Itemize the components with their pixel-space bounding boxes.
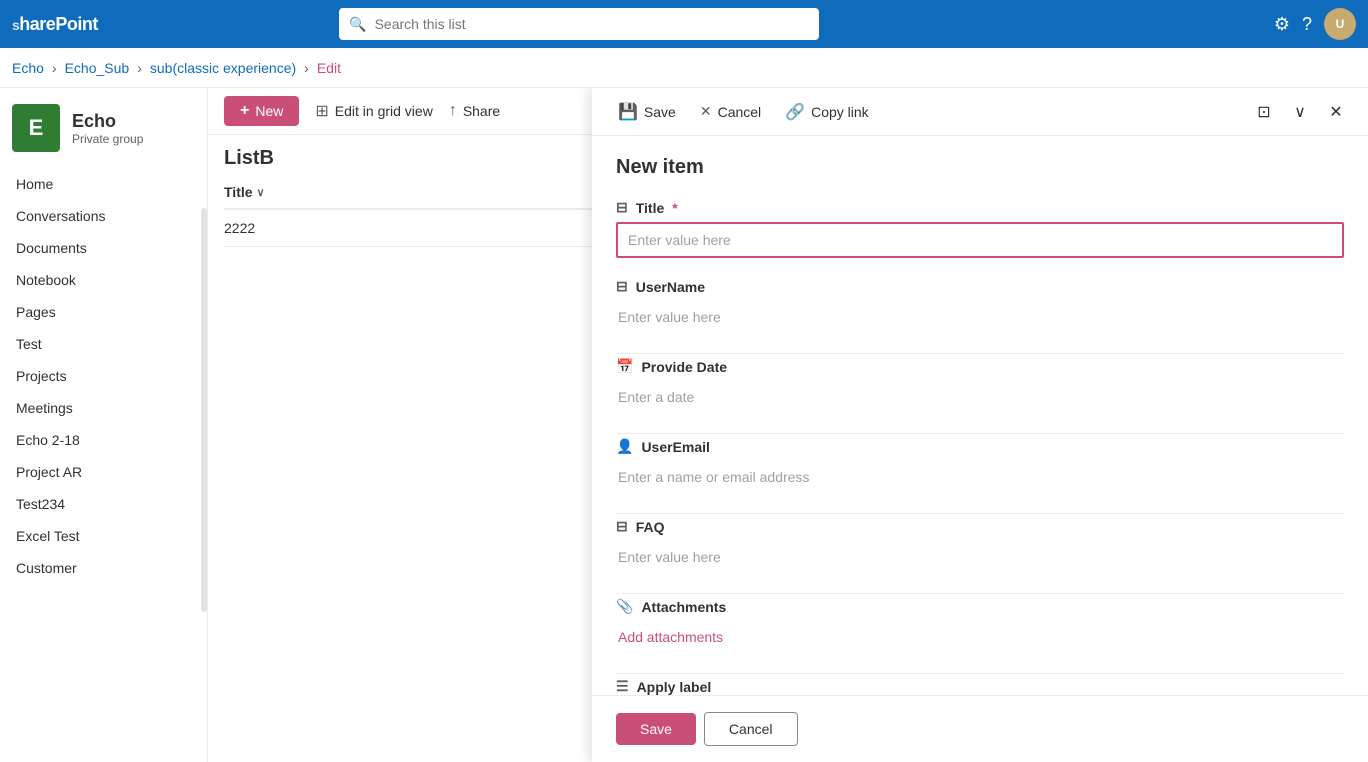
sidebar-item-notebook[interactable]: Notebook [0,264,207,296]
sidebar-item-home[interactable]: Home [0,168,207,200]
settings-icon[interactable]: ⚙ [1274,14,1290,35]
app-logo: sharePoint [12,14,98,35]
sidebar-item-conversations[interactable]: Conversations [0,200,207,232]
field-attachments: 📎 Attachments Add attachments [616,598,1344,653]
search-bar[interactable]: 🔍 [339,8,819,40]
panel-copy-link-button[interactable]: 🔗 Copy link [775,96,879,128]
panel-body: New item ⊟ Title * ⊟ UserName [592,136,1368,695]
new-item-panel: 💾 Save ✕ Cancel 🔗 Copy link ⊡ ∨ [592,88,1368,762]
site-subtext: Private group [72,132,143,146]
panel-cancel-button[interactable]: ✕ Cancel [690,97,771,126]
site-icon: E [12,104,60,152]
date-input[interactable]: Enter a date [616,381,1344,413]
add-attachments-button[interactable]: Add attachments [616,621,1344,653]
field-username: ⊟ UserName Enter value here [616,278,1344,333]
search-icon: 🔍 [349,16,366,33]
sidebar-item-pages[interactable]: Pages [0,296,207,328]
breadcrumb: Echo › Echo_Sub › sub(classic experience… [0,48,1368,88]
plus-icon: + [240,102,249,120]
panel-view-toggle-button[interactable]: ⊡ [1248,96,1280,128]
share-icon: ↑ [449,102,457,120]
sidebar-item-test234[interactable]: Test234 [0,488,207,520]
sidebar-item-exceltest[interactable]: Excel Test [0,520,207,552]
sidebar-item-projects[interactable]: Projects [0,360,207,392]
edit-grid-action[interactable]: ⊞ Edit in grid view [315,101,432,121]
divider [616,353,1344,354]
footer-cancel-button[interactable]: Cancel [704,712,798,746]
sidebar-item-meetings[interactable]: Meetings [0,392,207,424]
username-field-icon: ⊟ [616,278,628,295]
sidebar-item-documents[interactable]: Documents [0,232,207,264]
title-field-icon: ⊟ [616,199,628,216]
panel-right-actions: ⊡ ∨ ✕ [1248,96,1352,128]
field-title: ⊟ Title * [616,199,1344,258]
footer-save-button[interactable]: Save [616,713,696,745]
faq-field-icon: ⊟ [616,518,628,535]
username-input[interactable]: Enter value here [616,301,1344,333]
sidebar-item-projectar[interactable]: Project AR [0,456,207,488]
chevron-down-icon: ∨ [1294,102,1306,122]
breadcrumb-echo-sub[interactable]: Echo_Sub [65,60,130,76]
divider [616,673,1344,674]
sidebar: E Echo Private group Home Conversations … [0,88,208,762]
label-field-icon: ☰ [616,678,629,695]
sort-icon: ∨ [257,186,265,199]
panel-save-button[interactable]: 💾 Save [608,96,686,128]
content-area: + New ⊞ Edit in grid view ↑ Share ListB … [208,88,1368,762]
breadcrumb-edit[interactable]: Edit [317,60,341,76]
required-indicator: * [672,200,677,216]
site-name: Echo [72,111,143,132]
divider [616,513,1344,514]
person-field-icon: 👤 [616,438,633,455]
save-icon: 💾 [618,102,638,122]
column-title-header[interactable]: Title ∨ [224,184,265,200]
main-layout: E Echo Private group Home Conversations … [0,88,1368,762]
sidebar-nav: Home Conversations Documents Notebook Pa… [0,168,207,762]
help-icon[interactable]: ? [1302,14,1312,35]
sidebar-item-customer[interactable]: Customer [0,552,207,584]
avatar[interactable]: U [1324,8,1356,40]
panel-footer: Save Cancel [592,695,1368,762]
share-action[interactable]: ↑ Share [449,102,500,120]
view-toggle-icon: ⊡ [1257,102,1270,122]
field-provide-date: 📅 Provide Date Enter a date [616,358,1344,413]
field-useremail: 👤 UserEmail Enter a name or email addres… [616,438,1344,493]
cancel-icon: ✕ [700,103,712,120]
breadcrumb-echo[interactable]: Echo [12,60,44,76]
panel-expand-button[interactable]: ∨ [1284,96,1316,128]
divider [616,433,1344,434]
date-field-icon: 📅 [616,358,633,375]
scrollbar-thumb [201,208,207,612]
title-input[interactable] [616,222,1344,258]
breadcrumb-sub-classic[interactable]: sub(classic experience) [150,60,296,76]
faq-input[interactable]: Enter value here [616,541,1344,573]
site-header: E Echo Private group [0,88,207,168]
field-faq: ⊟ FAQ Enter value here [616,518,1344,573]
divider [616,593,1344,594]
panel-title: New item [616,156,1344,179]
sidebar-item-test[interactable]: Test [0,328,207,360]
field-apply-label: ☰ Apply label None ∨ [616,678,1344,695]
panel-close-button[interactable]: ✕ [1320,96,1352,128]
link-icon: 🔗 [785,102,805,122]
top-bar: sharePoint 🔍 ⚙ ? U [0,0,1368,48]
grid-icon: ⊞ [315,101,328,121]
panel-toolbar: 💾 Save ✕ Cancel 🔗 Copy link ⊡ ∨ [592,88,1368,136]
sidebar-item-echo218[interactable]: Echo 2-18 [0,424,207,456]
new-button[interactable]: + New [224,96,299,126]
useremail-input[interactable]: Enter a name or email address [616,461,1344,493]
search-input[interactable] [375,16,810,32]
top-bar-right: ⚙ ? U [1274,8,1356,40]
attachment-field-icon: 📎 [616,598,633,615]
close-icon: ✕ [1329,102,1342,122]
